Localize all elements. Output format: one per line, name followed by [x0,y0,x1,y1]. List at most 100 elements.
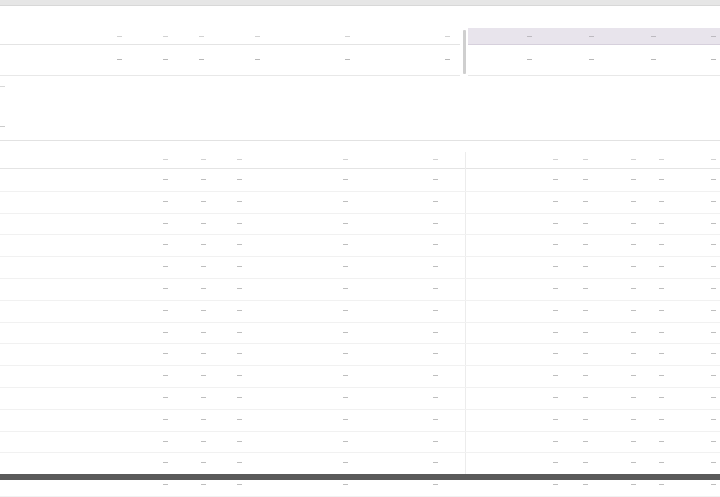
totals-value-cell: — [345,57,350,63]
table-cell: — [237,285,242,292]
table-cell: — [583,351,588,358]
column-header[interactable]: — [583,157,588,163]
column-header[interactable]: — [433,157,438,163]
column-resize-handle[interactable] [463,30,466,74]
table-cell: — [163,198,168,205]
table-cell: — [163,220,168,227]
table-cell: — [631,264,636,271]
column-header[interactable]: — [659,157,664,163]
section-divider [0,140,720,141]
table-cell: — [433,416,438,423]
column-header[interactable]: — [201,157,206,163]
totals-header-highlighted: — — — — [468,28,720,45]
table-cell: — [343,438,348,445]
column-header[interactable]: — [553,157,558,163]
table-cell: — [711,438,716,445]
table-cell: — [163,242,168,249]
table-cell: — [237,198,242,205]
table-cell: — [343,242,348,249]
table-cell: — [201,438,206,445]
table-cell: — [659,373,664,380]
totals-value-cell: — [445,57,450,63]
table-cell: — [163,329,168,336]
table-cell: — [237,329,242,336]
table-row[interactable]: — — — — — — — — — — [0,192,720,214]
table-row[interactable]: — — — — — — — — — — [0,323,720,345]
totals-value-cell: — [651,57,656,63]
table-cell: — [631,242,636,249]
table-cell: — [343,307,348,314]
table-cell: — [553,307,558,314]
table-cell: — [433,438,438,445]
table-cell: — [237,351,242,358]
top-toolbar [0,0,720,6]
table-cell: — [201,373,206,380]
table-cell: — [201,416,206,423]
column-header[interactable]: — [711,157,716,163]
table-cell: — [583,198,588,205]
totals-header-cell: — [255,34,260,40]
table-cell: — [711,394,716,401]
table-cell: — [631,220,636,227]
table-cell: — [711,285,716,292]
column-header[interactable]: — [163,157,168,163]
table-cell: — [163,438,168,445]
table-row[interactable]: — — — — — — — — — — [0,279,720,301]
table-cell: — [659,329,664,336]
table-row[interactable]: — — — — — — — — — — [0,388,720,410]
table-row[interactable]: — — — — — — — — — — [0,235,720,258]
table-cell: — [433,460,438,467]
table-cell: — [433,351,438,358]
table-row[interactable]: — — — — — — — — — — [0,453,720,476]
column-header[interactable]: — [237,157,242,163]
column-header[interactable]: — [631,157,636,163]
table-cell: — [433,264,438,271]
table-cell: — [163,307,168,314]
table-cell: — [237,373,242,380]
table-row[interactable]: — — — — — — — — — — [0,214,720,236]
table-cell: — [553,220,558,227]
table-cell: — [711,373,716,380]
column-header[interactable]: — [343,157,348,163]
totals-value-cell: — [199,57,204,63]
table-row[interactable]: — — — — — — — — — — [0,257,720,279]
totals-header-cell: — [711,34,716,40]
table-cell: — [553,482,558,489]
table-cell: — [201,394,206,401]
table-row[interactable]: — — — — — — — — — — [0,432,720,454]
table-cell: — [201,329,206,336]
table-cell: — [201,220,206,227]
table-cell: — [553,394,558,401]
totals-value-cell: — [163,57,168,63]
table-cell: — [711,264,716,271]
table-cell: — [711,177,716,183]
table-cell: — [553,285,558,292]
totals-header-cell: — [651,34,656,40]
table-row[interactable]: — — — — — — — — — — [0,344,720,367]
totals-values-row-highlighted: — — — — [468,45,720,76]
table-cell: — [553,416,558,423]
totals-value-cell: — [117,57,122,63]
table-row[interactable]: — — — — — — — — — — [0,301,720,323]
table-cell: — [711,198,716,205]
table-cell: — [343,220,348,227]
table-row[interactable]: — — — — — — — — — — [0,410,720,432]
table-cell: — [631,416,636,423]
table-cell: — [201,177,206,183]
table-cell: — [583,394,588,401]
table-cell: — [583,416,588,423]
table-cell: — [237,264,242,271]
totals-header-cell: — [445,34,450,40]
table-row[interactable]: — — — — — — — — — — [0,366,720,388]
table-cell: — [433,394,438,401]
table-cell: — [237,438,242,445]
table-row[interactable]: — — — — — — — — — — [0,170,720,192]
table-cell: — [433,177,438,183]
table-cell: — [343,416,348,423]
detail-table-body: — — — — — — — — — — — — — — — — — — — — — — — — — — — — — — — — — — — — — — — —… [0,170,720,497]
table-cell: — [553,438,558,445]
table-cell: — [163,482,168,489]
table-cell: — [553,373,558,380]
table-cell: — [711,416,716,423]
table-cell: — [201,460,206,467]
